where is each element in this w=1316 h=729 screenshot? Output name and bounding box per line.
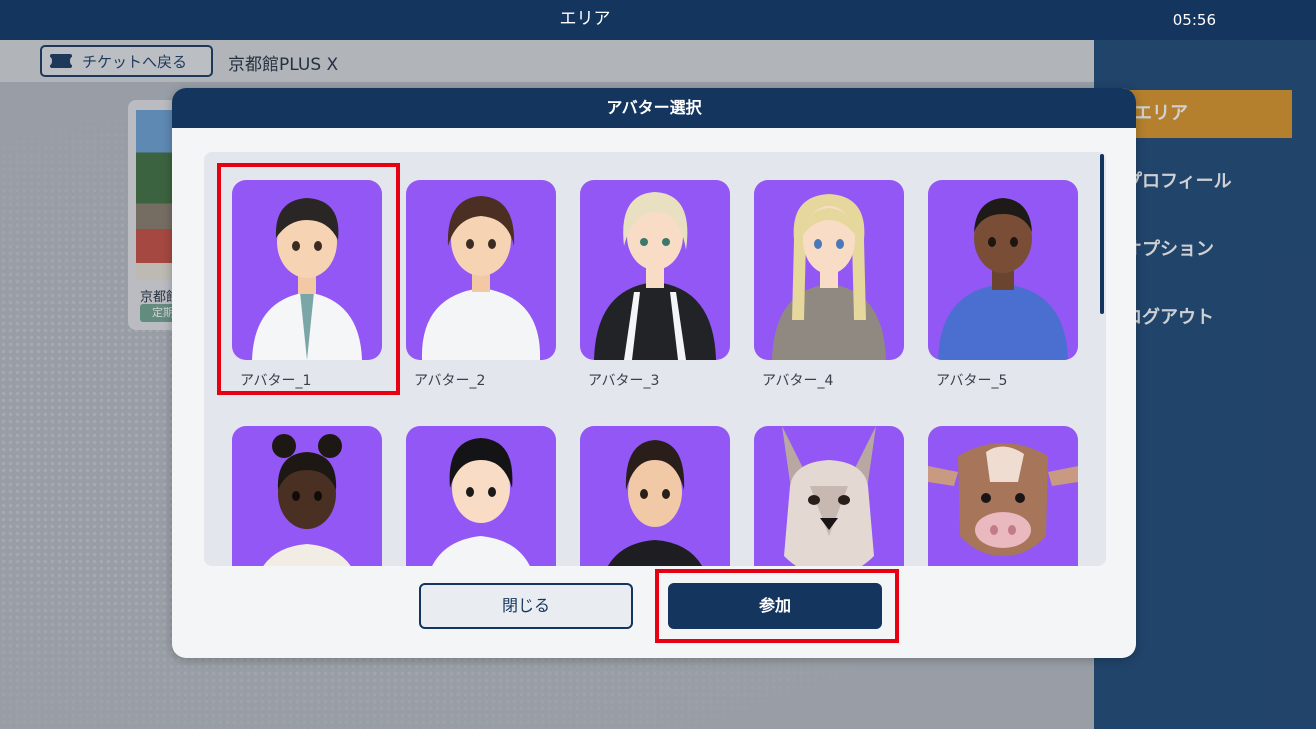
- avatar-option-2[interactable]: アバター_2: [406, 180, 556, 390]
- avatar-option-8[interactable]: [580, 426, 730, 566]
- close-button[interactable]: 閉じる: [419, 583, 633, 629]
- avatar-4-image: [754, 180, 904, 360]
- avatar-option-3[interactable]: アバター_3: [580, 180, 730, 390]
- avatar-option-4[interactable]: アバター_4: [754, 180, 904, 390]
- selected-avatar-highlight: [217, 163, 400, 395]
- avatar-grid-scrollbar[interactable]: [1100, 154, 1104, 562]
- clock: 05:56: [1172, 11, 1216, 29]
- avatar-option-6[interactable]: [232, 426, 382, 566]
- top-bar: エリア 05:56: [0, 0, 1316, 40]
- dialog-title: アバター選択: [172, 88, 1136, 128]
- avatar-9-image: [754, 426, 904, 566]
- avatar-option-7[interactable]: [406, 426, 556, 566]
- avatar-3-label: アバター_3: [588, 373, 660, 389]
- avatar-4-label: アバター_4: [762, 373, 834, 389]
- avatar-option-10[interactable]: [928, 426, 1078, 566]
- join-button-highlight: [655, 569, 899, 643]
- avatar-10-image: [928, 426, 1078, 566]
- avatar-6-image: [232, 426, 382, 566]
- avatar-2-image: [406, 180, 556, 360]
- avatar-option-5[interactable]: アバター_5: [928, 180, 1078, 390]
- scrollbar-thumb[interactable]: [1100, 154, 1104, 314]
- avatar-2-label: アバター_2: [414, 373, 486, 389]
- avatar-option-9[interactable]: [754, 426, 904, 566]
- avatar-5-image: [928, 180, 1078, 360]
- screen-title: エリア: [559, 9, 611, 29]
- avatar-7-image: [406, 426, 556, 566]
- avatar-8-image: [580, 426, 730, 566]
- avatar-3-image: [580, 180, 730, 360]
- avatar-5-label: アバター_5: [936, 373, 1008, 389]
